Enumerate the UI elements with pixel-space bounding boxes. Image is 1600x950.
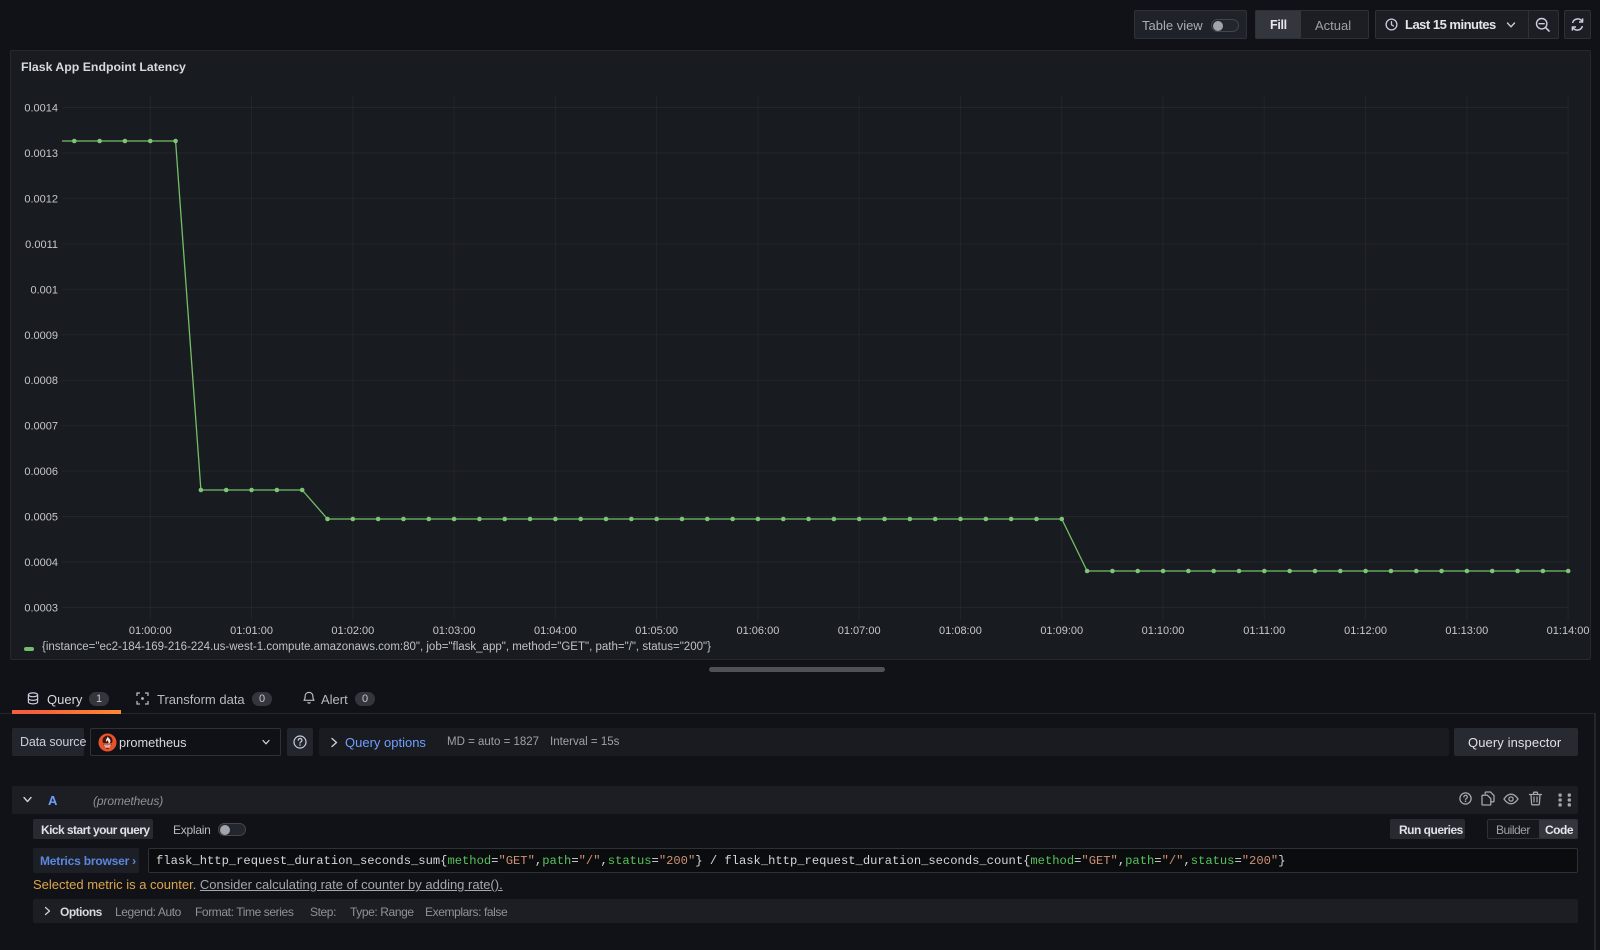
svg-text:01:06:00: 01:06:00 — [737, 625, 780, 637]
svg-text:01:14:00: 01:14:00 — [1547, 625, 1590, 637]
svg-text:0.0007: 0.0007 — [24, 421, 58, 433]
svg-text:0.0003: 0.0003 — [24, 602, 58, 614]
svg-text:01:00:00: 01:00:00 — [129, 625, 172, 637]
svg-text:01:10:00: 01:10:00 — [1142, 625, 1185, 637]
svg-text:0.0005: 0.0005 — [24, 512, 58, 524]
svg-text:0.0011: 0.0011 — [25, 239, 58, 251]
svg-text:0.0008: 0.0008 — [24, 375, 58, 387]
svg-text:01:09:00: 01:09:00 — [1040, 625, 1083, 637]
svg-text:01:07:00: 01:07:00 — [838, 625, 881, 637]
svg-text:0.0004: 0.0004 — [24, 557, 58, 569]
svg-text:01:12:00: 01:12:00 — [1344, 625, 1387, 637]
svg-text:01:13:00: 01:13:00 — [1445, 625, 1488, 637]
svg-text:01:11:00: 01:11:00 — [1243, 625, 1285, 637]
svg-text:0.0012: 0.0012 — [24, 193, 58, 205]
svg-text:0.001: 0.001 — [30, 284, 58, 296]
svg-text:01:04:00: 01:04:00 — [534, 625, 577, 637]
svg-text:01:02:00: 01:02:00 — [331, 625, 374, 637]
svg-text:0.0006: 0.0006 — [24, 466, 58, 478]
svg-text:0.0013: 0.0013 — [24, 148, 58, 160]
svg-text:01:05:00: 01:05:00 — [635, 625, 678, 637]
svg-text:01:01:00: 01:01:00 — [230, 625, 273, 637]
svg-text:01:03:00: 01:03:00 — [433, 625, 476, 637]
svg-text:0.0009: 0.0009 — [24, 330, 58, 342]
svg-text:01:08:00: 01:08:00 — [939, 625, 982, 637]
svg-text:0.0014: 0.0014 — [24, 103, 58, 115]
